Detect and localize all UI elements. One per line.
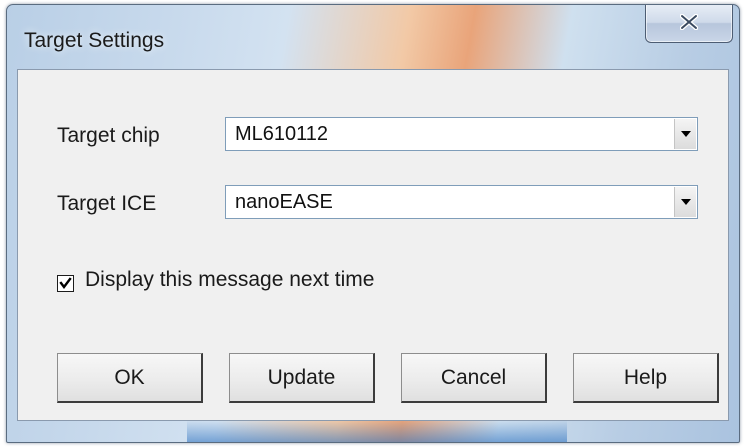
display-message-label: Display this message next time: [85, 268, 375, 291]
cancel-button[interactable]: Cancel: [401, 353, 547, 403]
chevron-down-icon: [681, 131, 691, 137]
target-ice-dropdown-button[interactable]: [674, 187, 696, 217]
chevron-down-icon: [681, 199, 691, 205]
target-ice-label: Target ICE: [57, 192, 157, 215]
ok-button[interactable]: OK: [57, 353, 203, 403]
close-button[interactable]: [645, 5, 733, 43]
update-button[interactable]: Update: [229, 353, 375, 403]
target-chip-value: ML610112: [235, 123, 329, 145]
title-bar[interactable]: Target Settings: [7, 5, 739, 69]
help-button[interactable]: Help: [573, 353, 719, 403]
display-message-checkbox[interactable]: [57, 275, 74, 292]
target-chip-dropdown[interactable]: ML610112: [225, 117, 698, 151]
target-ice-value: nanoEASE: [235, 191, 333, 213]
target-chip-label: Target chip: [57, 124, 160, 147]
target-ice-dropdown[interactable]: nanoEASE: [225, 185, 698, 219]
close-icon: [680, 14, 698, 30]
window-title: Target Settings: [24, 29, 165, 52]
checkmark-icon: [59, 277, 72, 289]
target-chip-dropdown-button[interactable]: [674, 119, 696, 149]
dialog-body: Target chip ML610112 Target ICE nanoEASE: [17, 69, 729, 421]
target-settings-dialog: Target Settings Target chip ML610112 Tar…: [6, 4, 740, 443]
